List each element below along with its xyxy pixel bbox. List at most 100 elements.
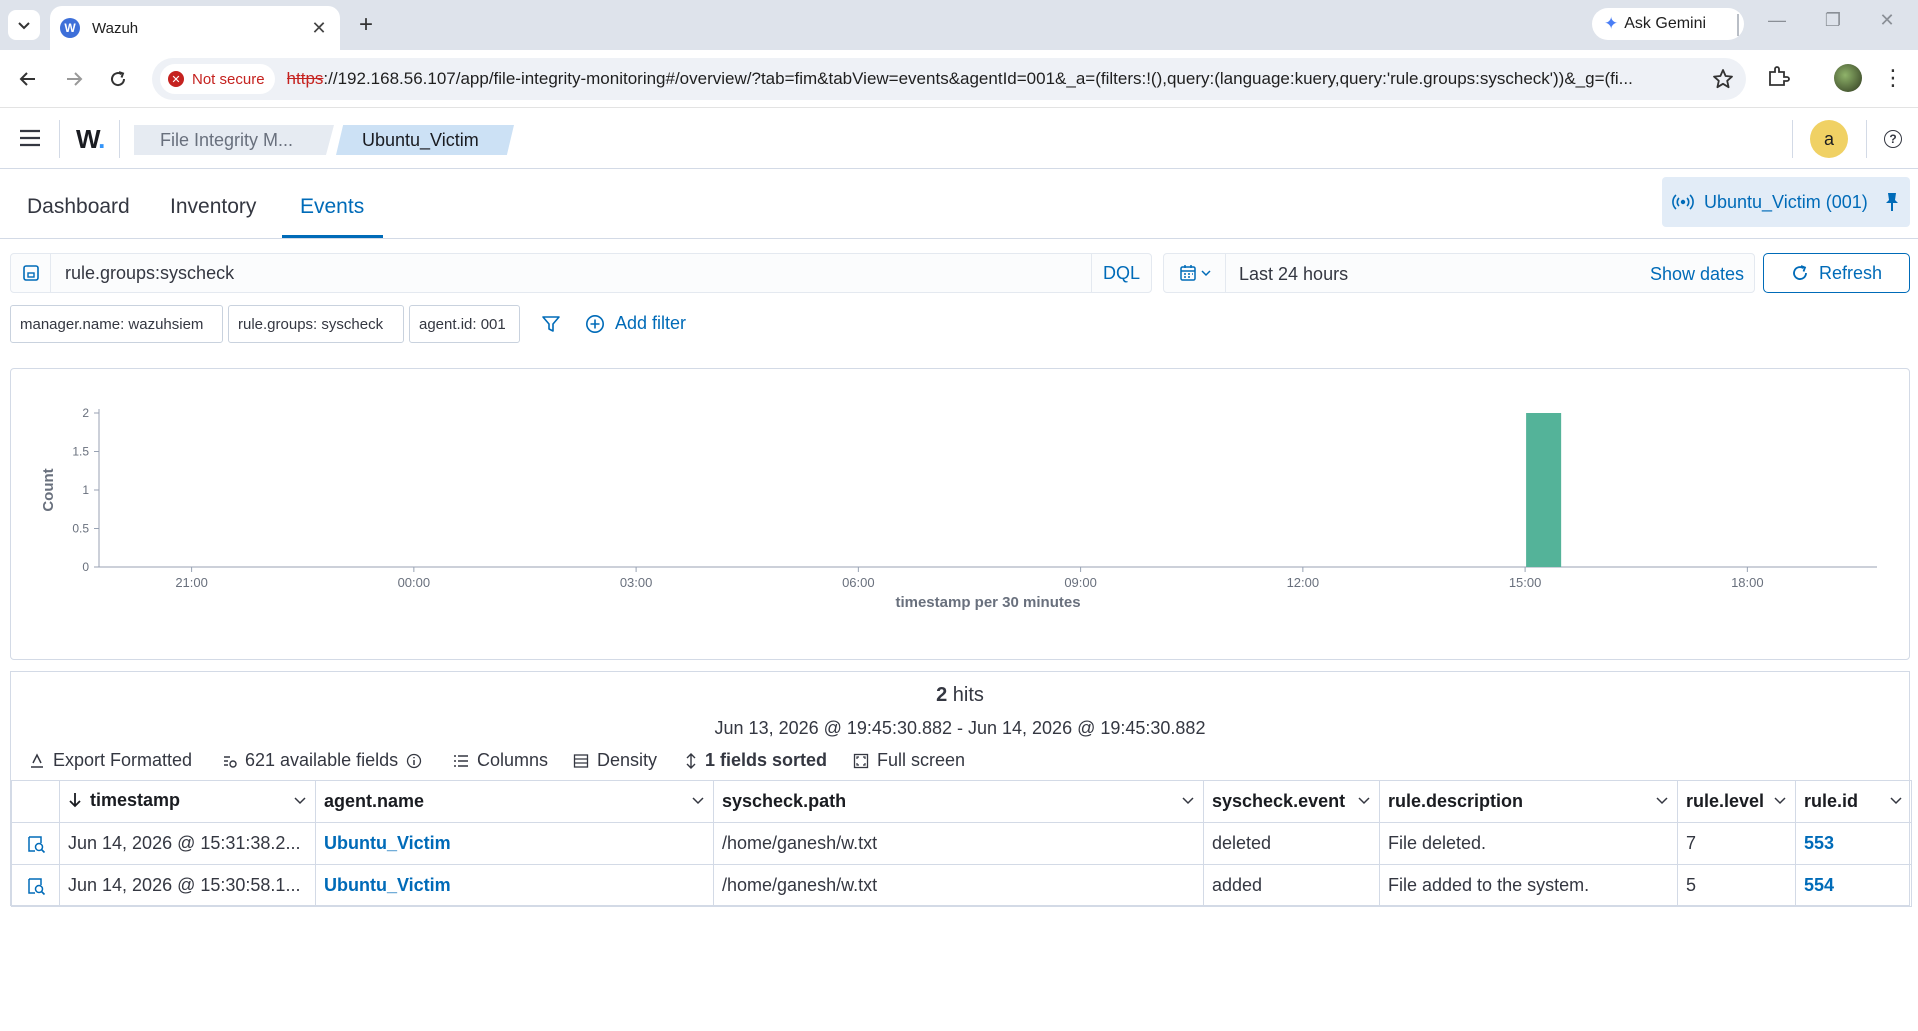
chevron-down-icon[interactable] (1357, 793, 1371, 807)
density-label: Density (597, 750, 658, 770)
tab-inventory[interactable]: Inventory (170, 195, 256, 219)
column-header-agent-name[interactable]: agent.name (315, 780, 714, 823)
chevron-down-icon[interactable] (1655, 793, 1669, 807)
breadcrumb-agent[interactable]: Ubuntu_Victim (336, 125, 514, 155)
saved-query-button[interactable] (11, 254, 51, 292)
bookmark-star-icon[interactable] (1712, 68, 1734, 90)
table-row: Jun 14, 2026 @ 15:31:38.2... Ubuntu_Vict… (11, 822, 1912, 865)
hits-number: 2 (936, 684, 948, 706)
tab-events[interactable]: Events (300, 195, 364, 219)
search-bar: rule.groups:syscheck DQL (10, 253, 1152, 293)
column-label: syscheck.event (1212, 791, 1346, 811)
filter-pill[interactable]: agent.id: 001 (409, 305, 520, 343)
cell-rule-description: File deleted. (1379, 822, 1678, 865)
events-histogram-chart: 0 0.5 1 1.5 2 21:00 00:00 03:00 06:00 09:00 12:00 1… (40, 406, 1877, 611)
arrow-right-icon (67, 72, 83, 86)
export-formatted-button[interactable]: Export Formatted (29, 750, 192, 771)
back-button[interactable] (12, 63, 44, 95)
x-axis-title: timestamp per 30 minutes (895, 594, 1080, 611)
export-icon (31, 752, 43, 768)
minimize-icon[interactable]: — (1762, 10, 1792, 31)
close-icon[interactable]: ✕ (308, 18, 330, 39)
x-tick-label: 00:00 (398, 575, 431, 590)
chevron-down-icon[interactable] (1181, 793, 1195, 807)
column-header-rule-id[interactable]: rule.id (1795, 780, 1912, 823)
chevron-down-icon[interactable] (293, 793, 307, 807)
columns-button[interactable]: Columns (453, 750, 548, 771)
inspect-document-icon[interactable] (20, 876, 51, 896)
extensions-icon[interactable] (1766, 64, 1790, 88)
y-tick-label: 2 (82, 406, 89, 420)
filter-pill[interactable]: rule.groups: syscheck (228, 305, 404, 343)
window-close-icon[interactable]: ✕ (1872, 10, 1902, 31)
tab-search-button[interactable] (8, 10, 40, 40)
add-filter-button[interactable]: Add filter (585, 313, 686, 334)
sort-fields-button[interactable]: 1 fields sorted (685, 750, 827, 771)
cell-agent-name-link[interactable]: Ubuntu_Victim (315, 864, 714, 907)
cell-rule-id-link[interactable]: 554 (1795, 864, 1912, 907)
cell-timestamp: Jun 14, 2026 @ 15:30:58.1... (59, 864, 316, 907)
cell-syscheck-path: /home/ganesh/w.txt (713, 822, 1204, 865)
chevron-down-icon[interactable] (1889, 793, 1903, 807)
column-header-controls (11, 780, 60, 823)
column-header-rule-level[interactable]: rule.level (1677, 780, 1796, 823)
show-dates-link[interactable]: Show dates (1650, 264, 1744, 285)
x-tick-label: 09:00 (1064, 575, 1097, 590)
refresh-button[interactable]: Refresh (1763, 253, 1910, 293)
x-tick-label: 06:00 (842, 575, 875, 590)
chevron-down-icon[interactable] (691, 793, 705, 807)
x-tick-label: 03:00 (620, 575, 653, 590)
address-bar[interactable]: ✕ Not secure https://192.168.56.107/app/… (152, 58, 1746, 100)
wazuh-logo[interactable]: W. (76, 124, 105, 155)
column-header-rule-description[interactable]: rule.description (1379, 780, 1678, 823)
profile-avatar[interactable] (1834, 64, 1862, 92)
browser-menu-icon[interactable]: ⋮ (1882, 64, 1904, 92)
cell-syscheck-event: deleted (1203, 822, 1380, 865)
broadcast-icon (1672, 194, 1694, 210)
tab-dashboard[interactable]: Dashboard (27, 195, 130, 219)
row-inspect-cell (11, 864, 60, 907)
column-header-timestamp[interactable]: timestamp (59, 780, 316, 823)
y-tick-label: 0.5 (72, 522, 89, 536)
density-icon (573, 753, 589, 768)
reload-button[interactable] (102, 63, 134, 95)
url-rest: ://192.168.56.107/app/file-integrity-mon… (323, 69, 1633, 88)
column-header-syscheck-path[interactable]: syscheck.path (713, 780, 1204, 823)
column-label: rule.id (1804, 791, 1859, 811)
not-secure-chip[interactable]: ✕ Not secure (160, 64, 275, 94)
cell-rule-id-link[interactable]: 553 (1795, 822, 1912, 865)
cell-agent-name-link[interactable]: Ubuntu_Victim (315, 822, 714, 865)
filter-options-icon[interactable] (541, 314, 561, 334)
ask-gemini-button[interactable]: ✦ Ask Gemini (1592, 8, 1744, 40)
logo-dot: . (98, 124, 105, 154)
restore-icon[interactable]: ❐ (1818, 10, 1848, 31)
query-language-toggle[interactable]: DQL (1091, 254, 1151, 292)
pin-icon[interactable] (1884, 192, 1900, 212)
url-text[interactable]: https://192.168.56.107/app/file-integrit… (287, 69, 1687, 89)
warning-icon: ✕ (168, 71, 184, 87)
cell-rule-level: 7 (1677, 822, 1796, 865)
new-tab-button[interactable]: + (352, 10, 380, 40)
y-axis-title: Count (40, 468, 57, 511)
browser-tab[interactable]: W Wazuh ✕ (50, 6, 340, 50)
chevron-down-icon[interactable] (1773, 793, 1787, 807)
plus-circle-icon (586, 314, 604, 333)
filter-pill[interactable]: manager.name: wazuhsiem (10, 305, 223, 343)
menu-icon[interactable] (18, 128, 42, 148)
x-tick-label: 18:00 (1731, 575, 1764, 590)
density-button[interactable]: Density (573, 750, 657, 771)
column-header-syscheck-event[interactable]: syscheck.event (1203, 780, 1380, 823)
quick-date-menu-button[interactable] (1164, 254, 1226, 292)
query-input[interactable]: rule.groups:syscheck (65, 263, 234, 284)
inspect-document-icon[interactable] (20, 834, 51, 854)
sort-label: 1 fields sorted (705, 750, 828, 770)
arrow-left-icon (19, 72, 35, 86)
breadcrumb-module[interactable]: File Integrity M... (134, 125, 334, 155)
available-fields-button[interactable]: 621 available fields (223, 750, 422, 771)
help-icon[interactable]: ? (1884, 130, 1902, 148)
full-screen-button[interactable]: Full screen (853, 750, 965, 771)
forward-button[interactable] (58, 63, 90, 95)
date-range-label[interactable]: Last 24 hours (1239, 264, 1348, 285)
pinned-agent-button[interactable]: Ubuntu_Victim (001) (1662, 177, 1910, 227)
user-avatar[interactable]: a (1810, 120, 1848, 158)
